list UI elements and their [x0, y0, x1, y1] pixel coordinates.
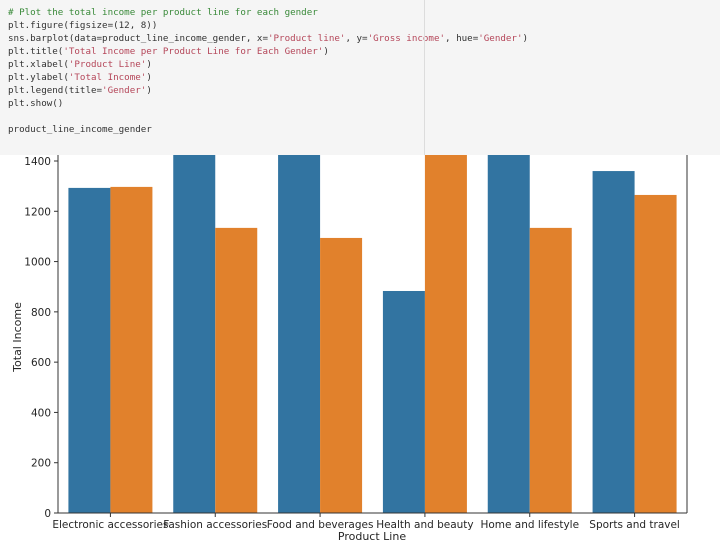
- bar: [529, 227, 572, 513]
- code-token: 'Gender': [478, 33, 523, 44]
- code-token: ): [146, 72, 152, 83]
- bar: [487, 144, 530, 513]
- code-token: plt.xlabel(: [8, 59, 69, 70]
- code-token: ): [146, 59, 152, 70]
- code-token: plt.title(: [8, 46, 64, 57]
- y-tick-label: 800: [31, 307, 51, 319]
- code-token: 'Total Income per Product Line for Each …: [63, 46, 324, 57]
- code-line: plt.ylabel('Total Income'): [8, 71, 528, 84]
- code-token: 'Gender': [102, 85, 147, 96]
- y-tick-label: 200: [31, 458, 51, 470]
- code-token: product_line_income_gender: [8, 124, 152, 135]
- bar: [424, 144, 467, 513]
- x-tick-label: Electronic accessories: [52, 519, 168, 531]
- code-line: product_line_income_gender: [8, 123, 528, 136]
- code-line: sns.barplot(data=product_line_income_gen…: [8, 32, 528, 45]
- code-token: , hue=: [445, 33, 479, 44]
- code-token: 'Gross income': [367, 33, 446, 44]
- x-axis-label: Product Line: [338, 530, 406, 542]
- code-token: ): [146, 85, 152, 96]
- code-token: ): [323, 46, 329, 57]
- code-token: # Plot the total income per product line…: [8, 7, 318, 18]
- y-tick-label: 1000: [24, 257, 51, 269]
- y-axis-label: Total Income: [11, 302, 24, 373]
- y-tick-label: 1400: [24, 156, 51, 168]
- code-line: # Plot the total income per product line…: [8, 6, 528, 19]
- x-tick-label: Fashion accessories: [163, 519, 267, 531]
- y-tick-label: 600: [31, 357, 51, 369]
- code-token: plt.figure(figsize=(12, 8)): [8, 20, 158, 31]
- bar: [68, 187, 111, 513]
- code-line: plt.show(): [8, 97, 528, 110]
- code-token: plt.legend(title=: [8, 85, 103, 96]
- bar: [278, 144, 321, 513]
- code-token: plt.ylabel(: [8, 72, 69, 83]
- x-tick-label: Home and lifestyle: [480, 519, 579, 531]
- code-token: 'Product Line': [68, 59, 147, 70]
- bar: [634, 194, 677, 513]
- bar: [382, 290, 425, 513]
- x-tick-label: Sports and travel: [589, 519, 680, 531]
- code-line: plt.title('Total Income per Product Line…: [8, 45, 528, 58]
- code-token: sns.barplot(data=product_line_income_gen…: [8, 33, 268, 44]
- code-token: , y=: [345, 33, 368, 44]
- y-tick-label: 400: [31, 407, 51, 419]
- y-tick-label: 1200: [24, 206, 51, 218]
- code-line: plt.figure(figsize=(12, 8)): [8, 19, 528, 32]
- y-tick-label: 0: [44, 508, 51, 520]
- bar: [320, 237, 363, 514]
- bar: [110, 186, 153, 513]
- code-token: 'Product line': [267, 33, 346, 44]
- code-token: ): [522, 33, 529, 44]
- code-cell[interactable]: # Plot the total income per product line…: [0, 0, 720, 155]
- code-line: plt.legend(title='Gender'): [8, 84, 528, 97]
- code-line: plt.xlabel('Product Line'): [8, 58, 528, 71]
- code-token: plt.show(): [8, 98, 64, 109]
- ruler-line: [424, 0, 425, 155]
- code-token: 'Total Income': [68, 72, 147, 83]
- bar: [592, 171, 635, 514]
- code-editor[interactable]: # Plot the total income per product line…: [8, 6, 528, 136]
- bar: [215, 227, 258, 513]
- bar: [173, 144, 216, 513]
